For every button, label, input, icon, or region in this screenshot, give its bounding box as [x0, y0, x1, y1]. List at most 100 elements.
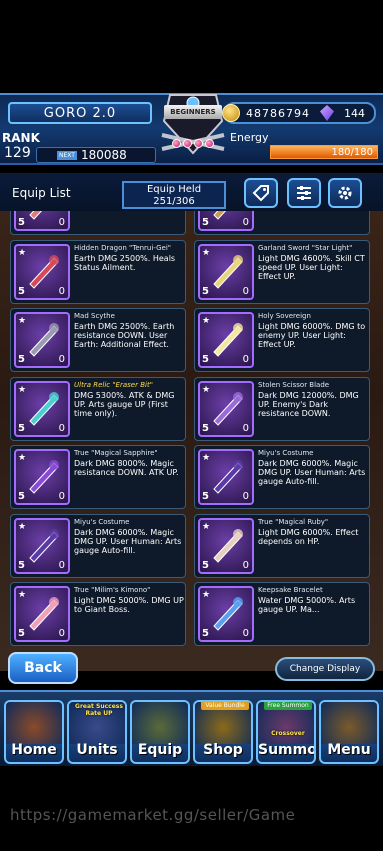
- filter-button[interactable]: [287, 178, 321, 208]
- equip-level: 5: [18, 491, 25, 502]
- equip-count: 0: [58, 285, 65, 297]
- back-button[interactable]: Back: [8, 652, 78, 684]
- settings-button[interactable]: [328, 178, 362, 208]
- equip-titlebar: Equip List Equip Held 251/306: [0, 173, 383, 211]
- nav-home[interactable]: Home: [4, 700, 64, 764]
- nav-badge: Crossover: [271, 730, 305, 737]
- currency-box[interactable]: 48786794 144: [222, 102, 376, 124]
- equip-count: 0: [242, 285, 249, 297]
- equip-count: 0: [58, 491, 65, 502]
- equip-thumbnail: ★50: [198, 586, 254, 642]
- equip-thumbnail: ★50: [14, 449, 70, 505]
- equip-card[interactable]: ★ 5 0 Miyu's Costume Dark DMG 6000%. Magic D…: [194, 445, 370, 509]
- equip-name: Miyu's Costume: [74, 517, 130, 526]
- equip-description: Earth DMG 2500%. Heals Status Ailment.: [74, 253, 176, 272]
- equip-art-icon: [213, 211, 227, 220]
- gear-icon: [338, 186, 352, 200]
- nav-home-icon: [6, 702, 62, 744]
- equip-description: DMG 5300%. ATK & DMG UP. Arts gauge UP (…: [74, 390, 175, 418]
- nav-units[interactable]: Great Success Rate UP Units: [67, 700, 127, 764]
- equip-count: 0: [242, 422, 249, 434]
- top-black-strip: [0, 0, 383, 93]
- equip-count: 0: [58, 559, 65, 571]
- equip-name: Mad Scythe: [74, 312, 115, 320]
- bottom-nav: Home Great Success Rate UP Units Equip Value…: [0, 690, 383, 766]
- nav-tag: Value Bundle: [201, 702, 249, 710]
- equip-name: Hidden Dragon "Tenrui-Gei": [74, 243, 171, 252]
- equip-name: True "Milim's Kimono": [74, 586, 151, 594]
- equip-card[interactable]: ★ 5 0 Stolen Scissor Blade Dark DMG 12000%. …: [194, 376, 370, 441]
- nav-label: Equip: [137, 742, 183, 758]
- energy-label: Energy: [230, 131, 269, 144]
- equip-art-icon: [213, 597, 243, 631]
- equip-card[interactable]: ★ 5 0 Hidden Dragon "Tenrui-Gei" Earth DMG 2…: [10, 239, 186, 304]
- tag-button[interactable]: [244, 178, 278, 208]
- equip-card[interactable]: ★50Light DMG 1750%. Light & Magic resist…: [10, 211, 186, 235]
- nav-menu-icon: [321, 702, 377, 744]
- gem-icon: [183, 139, 192, 148]
- next-label: NEXT: [57, 150, 77, 160]
- equip-card[interactable]: ★ 5 0 Keepsake Bracelet Water DMG 5000%. Art…: [194, 582, 370, 646]
- page-title: Equip List: [12, 186, 71, 200]
- equip-card[interactable]: ★50Earth DMG 4000%. Blind resistance DOW…: [194, 211, 370, 235]
- equip-card[interactable]: ★ 5 0 Garland Sword "Star Light" Light DMG 4…: [194, 239, 370, 304]
- beginners-emblem[interactable]: BEGINNERS: [160, 91, 226, 161]
- equip-count: 0: [242, 354, 249, 365]
- equip-card[interactable]: ★ 5 0 Ultra Relic "Eraser Bit" DMG 5300%. AT…: [10, 376, 186, 441]
- equip-card[interactable]: ★ 5 0 True "Milim's Kimono" Light DMG 5000%.…: [10, 582, 186, 646]
- equip-count: 0: [242, 628, 249, 639]
- equip-art-icon: [29, 323, 59, 357]
- equip-card[interactable]: ★ 5 0 True "Magical Ruby" Light DMG 6000%. E…: [194, 513, 370, 578]
- equip-name: True "Magical Sapphire": [74, 449, 158, 457]
- equip-level: 5: [18, 559, 25, 571]
- equip-level: 5: [202, 628, 209, 639]
- energy-value: 180/180: [331, 147, 373, 158]
- equip-count: 0: [242, 491, 249, 502]
- equip-art-icon: [29, 528, 59, 563]
- nav-equip[interactable]: Equip: [130, 700, 190, 764]
- equip-card[interactable]: ★ 5 0 Mad Scythe Earth DMG 2500%. Earth resi…: [10, 308, 186, 372]
- equip-art-icon: [213, 323, 243, 357]
- tag-icon: [252, 185, 269, 202]
- equip-level: 5: [202, 217, 209, 228]
- nav-label: Menu: [327, 742, 371, 758]
- equip-description: Light DMG 6000%. DMG to enemy UP. User L…: [258, 322, 366, 349]
- player-header: GORO 2.0 BEGINNERS 48786794 144 RANK 129: [0, 93, 383, 165]
- player-name[interactable]: GORO 2.0: [8, 102, 152, 124]
- nav-label: Home: [11, 742, 57, 758]
- equip-description: Light DMG 4600%. Skill CT speed UP. User…: [258, 253, 365, 281]
- equip-art-icon: [213, 254, 243, 289]
- equip-level: 5: [18, 217, 25, 228]
- nav-equip-icon: [132, 702, 188, 744]
- equip-card[interactable]: ★ 5 0 Holy Sovereign Light DMG 6000%. DMG to…: [194, 308, 370, 372]
- rank-value: 129: [4, 145, 31, 161]
- watermark: https://gamemarket.gg/seller/Game: [10, 806, 296, 824]
- equip-card[interactable]: ★ 5 0 True "Magical Sapphire" Dark DMG 8000%…: [10, 445, 186, 509]
- nav-summon[interactable]: Free Summon Crossover Summon: [256, 700, 316, 764]
- energy-bar: 180/180: [270, 145, 378, 159]
- equip-card[interactable]: ★ 5 0 Miyu's Costume Dark DMG 6000%. Magic D…: [10, 513, 186, 578]
- equip-description: Dark DMG 6000%. Magic DMG UP. User Human…: [258, 459, 366, 486]
- equip-list[interactable]: ★50Light DMG 1750%. Light & Magic resist…: [0, 211, 383, 671]
- nav-tag: Free Summon: [264, 702, 312, 710]
- equip-count: 0: [58, 217, 65, 228]
- equip-art-icon: [29, 460, 59, 494]
- equip-description: Light DMG 6000%. Effect depends on HP.: [258, 527, 359, 546]
- equip-description: Dark DMG 8000%. Magic resistance DOWN. A…: [74, 459, 179, 477]
- change-display-button[interactable]: Change Display: [275, 657, 375, 681]
- app-screen: { "header": { "player_name": "GORO 2.0",…: [0, 0, 383, 851]
- equip-name: Stolen Scissor Blade: [258, 380, 330, 389]
- equip-art-icon: [213, 460, 243, 494]
- equip-thumbnail: ★50: [14, 586, 70, 642]
- rank-label: RANK: [2, 131, 40, 145]
- equip-level: 5: [202, 559, 209, 571]
- equip-description: Earth DMG 4000%. Blind resistance DOWN. …: [258, 211, 368, 212]
- equip-held-box: Equip Held 251/306: [122, 181, 226, 209]
- nav-menu[interactable]: Menu: [319, 700, 379, 764]
- emblem-gems: [172, 139, 214, 148]
- nav-label: Shop: [203, 742, 243, 758]
- equip-thumbnail: ★50: [14, 380, 70, 437]
- nav-shop[interactable]: Value Bundle Shop: [193, 700, 253, 764]
- equip-held-value: 251/306: [153, 196, 195, 207]
- nav-badge: Great Success Rate UP: [75, 703, 123, 717]
